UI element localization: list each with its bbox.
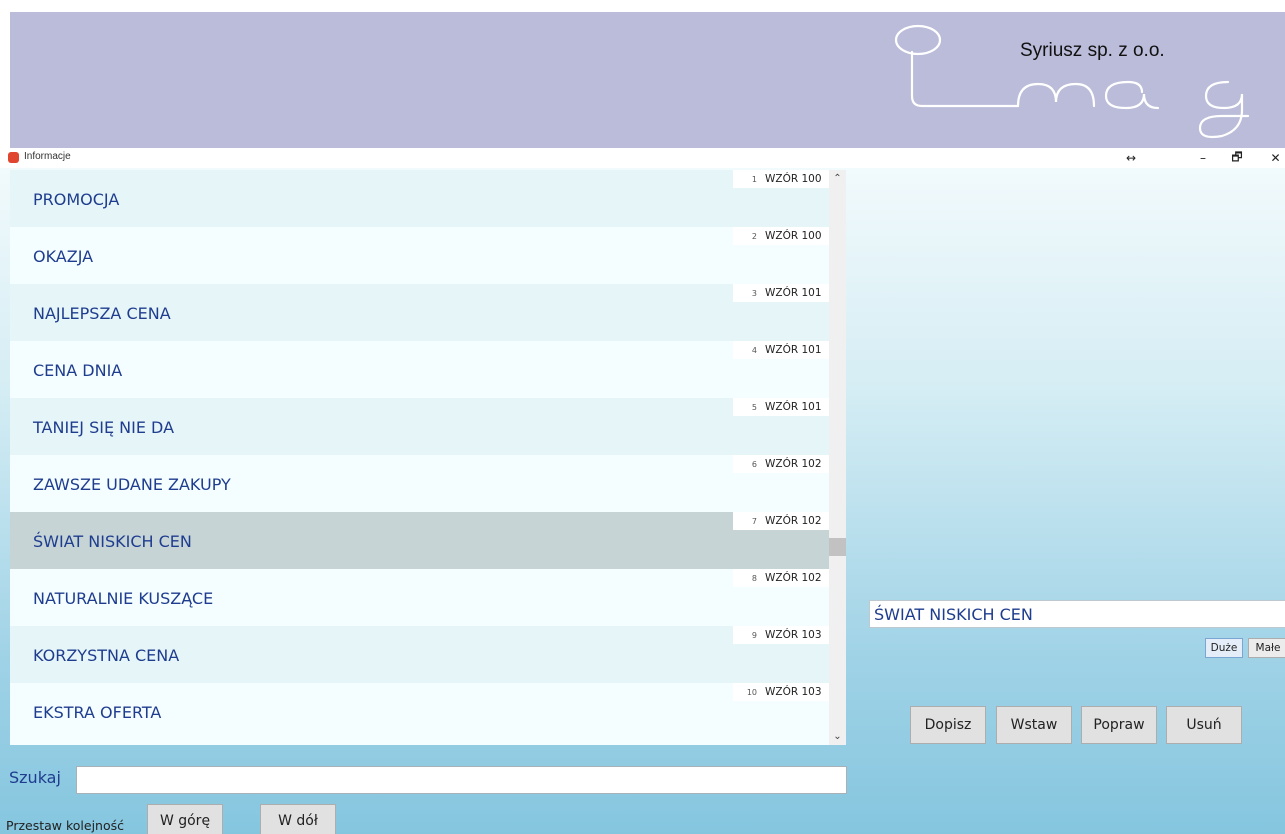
title-bar: Informacje ↔ – 🗗 ✕	[0, 148, 1285, 168]
list-item-pattern: WZÓR 101	[765, 287, 822, 299]
app-icon	[8, 152, 19, 163]
list-item-pattern: WZÓR 101	[765, 401, 822, 413]
list-item-number: 6	[751, 459, 757, 469]
list-item-meta: 10 WZÓR 103	[733, 683, 829, 701]
list-item[interactable]: TANIEJ SIĘ NIE DA 5 WZÓR 101	[10, 398, 829, 455]
list-item[interactable]: OKAZJA 2 WZÓR 100	[10, 227, 829, 284]
search-label: Szukaj	[9, 768, 61, 787]
list-item-number: 7	[751, 516, 757, 526]
edit-button[interactable]: Popraw	[1081, 706, 1157, 744]
list-scrollbar[interactable]: ⌃ ⌄	[829, 170, 846, 745]
list-item[interactable]: ZAWSZE UDANE ZAKUPY 6 WZÓR 102	[10, 455, 829, 512]
uppercase-button[interactable]: Duże	[1205, 638, 1243, 658]
slogan-list[interactable]: PROMOCJA 1 WZÓR 100 OKAZJA 2 WZÓR 100 NAJL…	[10, 170, 829, 745]
list-item-meta: 9 WZÓR 103	[733, 626, 829, 644]
list-item-number: 4	[751, 345, 757, 355]
list-item-meta: 5 WZÓR 101	[733, 398, 829, 416]
list-item-pattern: WZÓR 102	[765, 458, 822, 470]
minimize-button[interactable]: –	[1188, 148, 1218, 168]
list-item-label: NAJLEPSZA CENA	[33, 304, 171, 323]
list-item-label: OKAZJA	[33, 247, 94, 266]
list-item[interactable]: NATURALNIE KUSZĄCE 8 WZÓR 102	[10, 569, 829, 626]
delete-button[interactable]: Usuń	[1166, 706, 1242, 744]
list-item[interactable]: CENA DNIA 4 WZÓR 101	[10, 341, 829, 398]
list-item-number: 10	[746, 687, 757, 697]
lowercase-button[interactable]: Małe	[1248, 638, 1285, 658]
list-item-pattern: WZÓR 100	[765, 173, 822, 185]
list-item-pattern: WZÓR 103	[765, 686, 822, 698]
window-title: Informacje	[24, 151, 71, 162]
list-item-label: ŚWIAT NISKICH CEN	[33, 532, 192, 551]
list-item-label: KORZYSTNA CENA	[33, 646, 180, 665]
list-item-number: 8	[751, 573, 757, 583]
search-input[interactable]	[76, 766, 847, 794]
imag-logo-icon	[894, 24, 1250, 139]
insert-button[interactable]: Wstaw	[996, 706, 1072, 744]
close-button[interactable]: ✕	[1266, 148, 1285, 168]
scroll-thumb[interactable]	[829, 538, 846, 556]
resize-icon[interactable]: ↔	[1116, 148, 1146, 168]
list-item-label: ZAWSZE UDANE ZAKUPY	[33, 475, 231, 494]
list-item[interactable]: PROMOCJA 1 WZÓR 100	[10, 170, 829, 227]
move-down-button[interactable]: W dół	[260, 804, 336, 834]
company-name: Syriusz sp. z o.o.	[1020, 40, 1165, 61]
list-item-pattern: WZÓR 102	[765, 515, 822, 527]
list-item-number: 9	[751, 630, 757, 640]
slogan-edit-field[interactable]: ŚWIAT NISKICH CEN	[869, 600, 1285, 628]
list-item-meta: 3 WZÓR 101	[733, 284, 829, 302]
list-item-meta: 1 WZÓR 100	[733, 170, 829, 188]
list-item-label: PROMOCJA	[33, 190, 120, 209]
list-item-pattern: WZÓR 101	[765, 344, 822, 356]
list-item-label: TANIEJ SIĘ NIE DA	[33, 418, 175, 437]
list-item-pattern: WZÓR 100	[765, 230, 822, 242]
list-item-label: NATURALNIE KUSZĄCE	[33, 589, 214, 608]
list-item-number: 3	[751, 288, 757, 298]
list-item-pattern: WZÓR 103	[765, 629, 822, 641]
list-item[interactable]: EKSTRA OFERTA 10 WZÓR 103	[10, 683, 829, 745]
list-item-meta: 2 WZÓR 100	[733, 227, 829, 245]
move-up-button[interactable]: W górę	[147, 804, 223, 834]
list-item-selected[interactable]: ŚWIAT NISKICH CEN 7 WZÓR 102	[10, 512, 829, 569]
info-window: Informacje ↔ – 🗗 ✕ PROMOCJA 1 WZÓR 100 OK…	[0, 148, 1285, 834]
list-item-pattern: WZÓR 102	[765, 572, 822, 584]
append-button[interactable]: Dopisz	[910, 706, 986, 744]
list-item[interactable]: NAJLEPSZA CENA 3 WZÓR 101	[10, 284, 829, 341]
list-item-number: 2	[751, 231, 757, 241]
list-item-meta: 8 WZÓR 102	[733, 569, 829, 587]
list-item-label: EKSTRA OFERTA	[33, 703, 162, 722]
list-item-meta: 6 WZÓR 102	[733, 455, 829, 473]
list-item-number: 5	[751, 402, 757, 412]
scroll-up-icon[interactable]: ⌃	[829, 170, 846, 187]
list-item-number: 1	[751, 174, 757, 184]
reorder-label: Przestaw kolejność	[6, 818, 125, 833]
list-item-label: CENA DNIA	[33, 361, 123, 380]
maximize-button[interactable]: 🗗	[1222, 148, 1252, 168]
list-item-meta: 4 WZÓR 101	[733, 341, 829, 359]
list-item[interactable]: KORZYSTNA CENA 9 WZÓR 103	[10, 626, 829, 683]
scroll-down-icon[interactable]: ⌄	[829, 728, 846, 745]
list-item-meta: 7 WZÓR 102	[733, 512, 829, 530]
header-banner: Syriusz sp. z o.o.	[10, 12, 1285, 148]
